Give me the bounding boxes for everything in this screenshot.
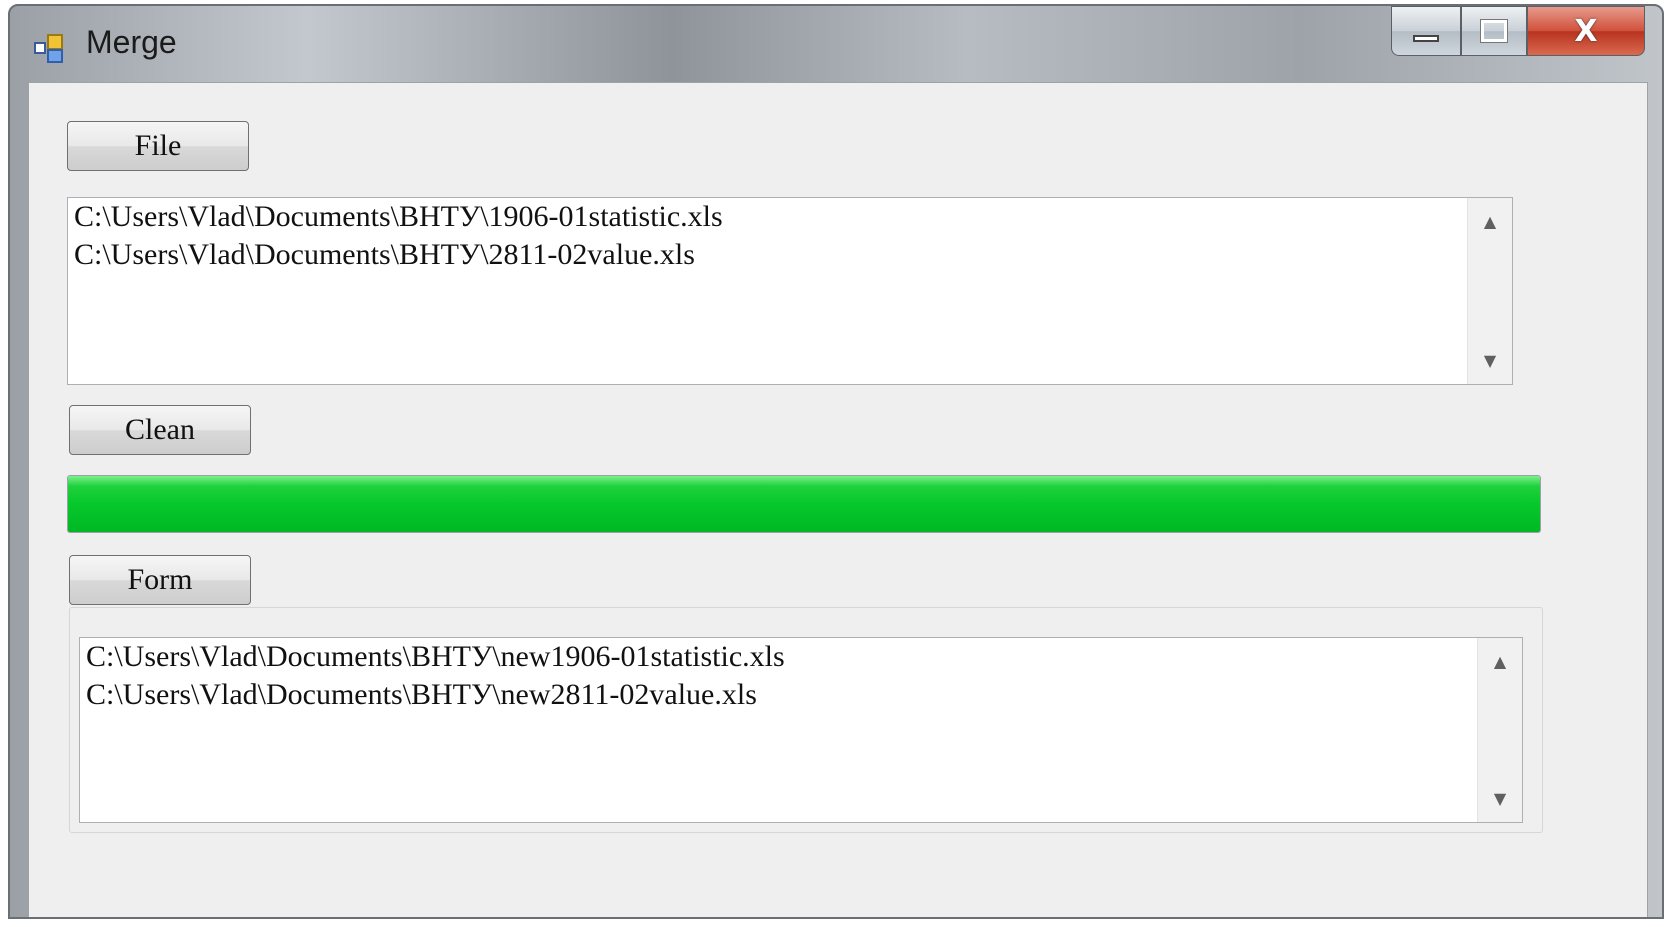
maximize-icon [1480,19,1508,43]
list-item[interactable]: C:\Users\Vlad\Documents\ВНТУ\1906-01stat… [74,198,723,236]
app-icon [34,34,63,63]
scroll-down-icon[interactable]: ▼ [1478,789,1522,808]
window-title: Merge [86,24,177,60]
file-button[interactable]: File [67,121,249,171]
scroll-up-icon[interactable]: ▲ [1478,652,1522,671]
close-button[interactable]: X [1527,6,1645,56]
input-file-list[interactable]: C:\Users\Vlad\Documents\ВНТУ\1906-01stat… [67,197,1513,385]
close-icon: X [1574,13,1598,49]
input-list-scrollbar[interactable]: ▲ ▼ [1467,198,1512,384]
scroll-down-icon[interactable]: ▼ [1468,351,1512,370]
list-item[interactable]: C:\Users\Vlad\Documents\ВНТУ\new1906-01s… [86,638,785,676]
form-button[interactable]: Form [69,555,251,605]
output-file-list[interactable]: C:\Users\Vlad\Documents\ВНТУ\new1906-01s… [79,637,1523,823]
maximize-button[interactable] [1461,6,1527,56]
merge-window: Merge X File C:\Users\Vlad\Documents\ВНТ… [8,4,1664,919]
list-item[interactable]: C:\Users\Vlad\Documents\ВНТУ\new2811-02v… [86,676,757,714]
progress-bar [67,475,1541,533]
scroll-up-icon[interactable]: ▲ [1468,212,1512,231]
title-bar[interactable]: Merge X [10,6,1662,82]
form-client-area: File C:\Users\Vlad\Documents\ВНТУ\1906-0… [28,82,1648,917]
output-list-scrollbar[interactable]: ▲ ▼ [1477,638,1522,822]
progress-fill [68,476,1540,532]
list-item[interactable]: C:\Users\Vlad\Documents\ВНТУ\2811-02valu… [74,236,695,274]
minimize-icon [1413,34,1439,42]
clean-button[interactable]: Clean [69,405,251,455]
minimize-button[interactable] [1391,6,1461,56]
